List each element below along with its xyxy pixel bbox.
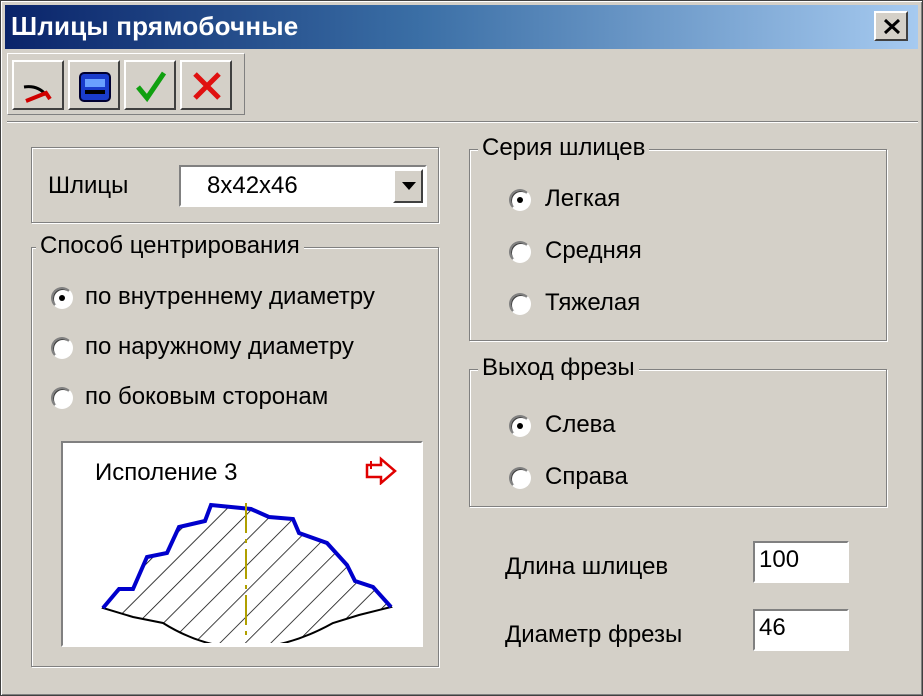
series-option-medium-label[interactable]: Средняя (545, 237, 642, 265)
cutter-diameter-input[interactable]: 46 (753, 609, 849, 651)
cancel-x-icon (193, 72, 221, 100)
draw-profile-button[interactable] (12, 60, 64, 110)
splines-label: Шлицы (48, 172, 129, 199)
cutter-diameter-label: Диаметр фрезы (505, 621, 683, 648)
centering-option-outer-label[interactable]: по наружному диаметру (85, 333, 354, 361)
spline-length-label: Длина шлицев (505, 553, 669, 580)
series-group: Серия шлицев (469, 134, 887, 341)
toolbar-separator (7, 121, 918, 123)
centering-option-sides-radio[interactable] (51, 387, 73, 409)
save-button[interactable] (68, 60, 120, 110)
centering-option-inner-radio[interactable] (51, 287, 73, 309)
series-option-heavy-radio[interactable] (509, 293, 531, 315)
toolbar (7, 53, 245, 115)
series-option-medium-radio[interactable] (509, 241, 531, 263)
spline-profile-drawing (101, 502, 393, 643)
save-icon (79, 72, 111, 102)
cutter-exit-left-label[interactable]: Слева (545, 411, 616, 439)
centering-option-inner-label[interactable]: по внутреннему диаметру (85, 283, 375, 311)
dialog-window: Шлицы прямобочные Шлицы 8x42x46 Способ ц… (0, 0, 923, 696)
window-title: Шлицы прямобочные (11, 11, 299, 41)
cutter-exit-left-radio[interactable] (509, 415, 531, 437)
centering-option-outer-radio[interactable] (51, 337, 73, 359)
series-option-light-radio[interactable] (509, 189, 531, 211)
centering-legend: Способ центрирования (36, 232, 304, 260)
cutter-exit-group: Выход фрезы (469, 354, 887, 507)
close-icon (883, 18, 901, 35)
splines-select-value: 8x42x46 (207, 172, 298, 199)
pen-curve-icon (23, 85, 52, 103)
cancel-button[interactable] (180, 60, 232, 110)
profile-preview: Исполение 3 (61, 441, 423, 647)
title-bar[interactable]: Шлицы прямобочные (5, 5, 918, 49)
close-button[interactable] (874, 11, 908, 41)
radio-dot (517, 197, 523, 203)
spline-length-input[interactable]: 100 (753, 541, 849, 583)
series-legend: Серия шлицев (478, 134, 650, 162)
series-option-heavy-label[interactable]: Тяжелая (545, 289, 640, 317)
centering-option-sides-label[interactable]: по боковым сторонам (85, 383, 328, 411)
cutter-exit-legend: Выход фрезы (478, 354, 639, 382)
radio-dot (517, 423, 523, 429)
splines-select[interactable]: 8x42x46 (179, 165, 427, 207)
cutter-exit-right-label[interactable]: Справа (545, 463, 628, 491)
apply-button[interactable] (124, 60, 176, 110)
radio-dot (59, 295, 65, 301)
cutter-exit-right-radio[interactable] (509, 467, 531, 489)
checkmark-icon (136, 71, 167, 103)
series-option-light-label[interactable]: Легкая (545, 185, 620, 213)
chevron-down-icon[interactable] (393, 169, 423, 203)
